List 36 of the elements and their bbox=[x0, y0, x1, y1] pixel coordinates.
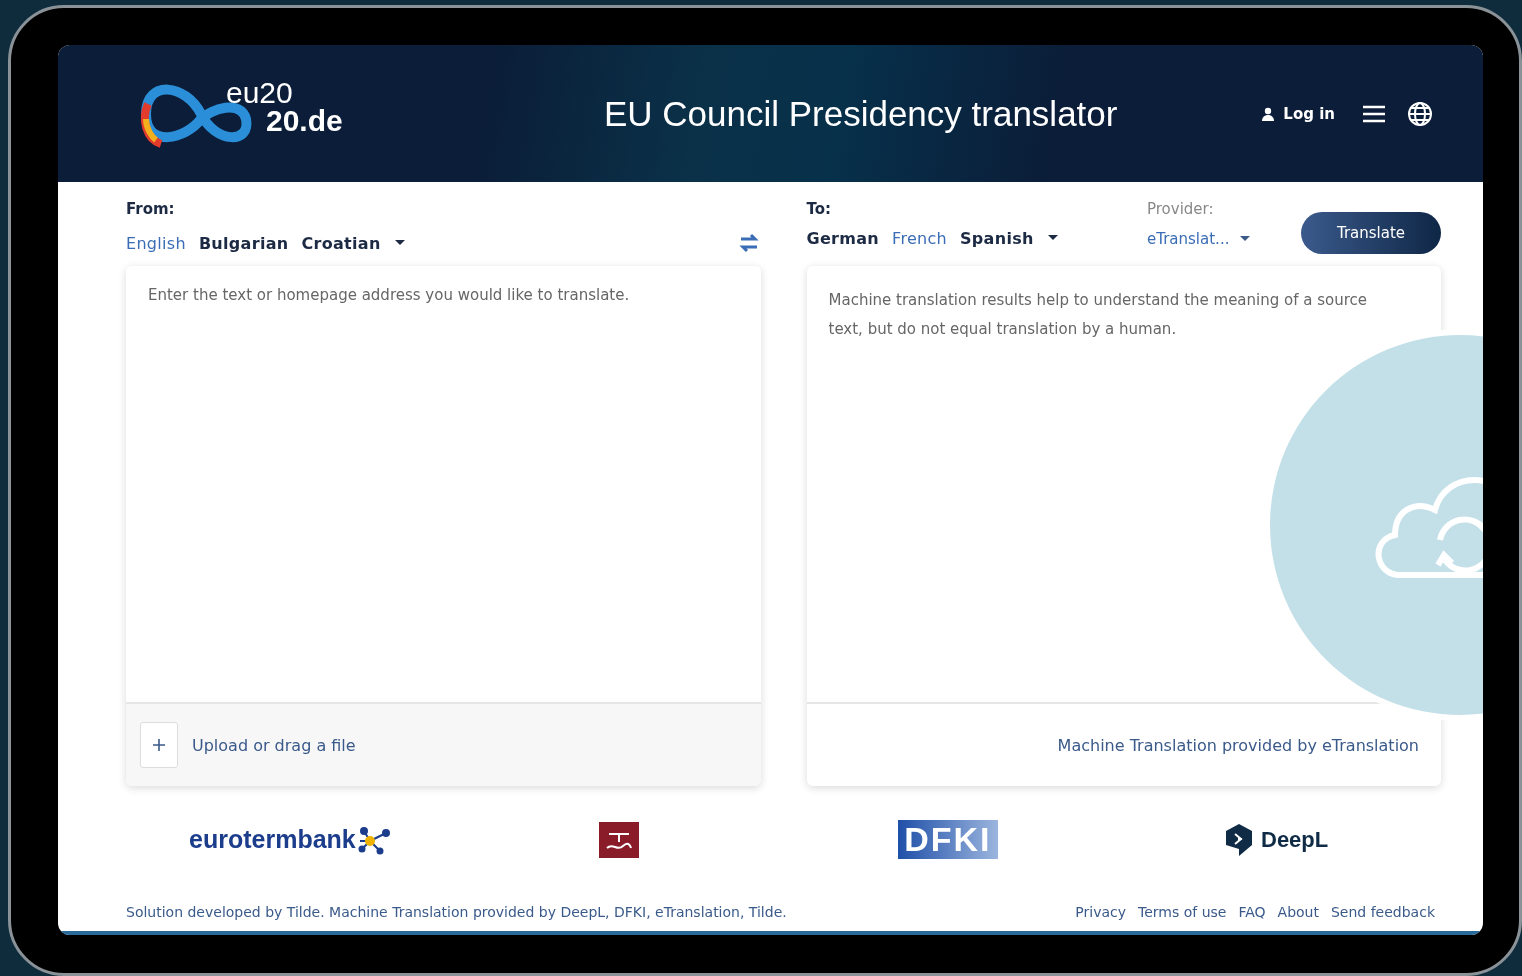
tilde-logo-icon[interactable] bbox=[599, 821, 640, 858]
logo-wordmark[interactable]: eu20 20.de bbox=[226, 78, 343, 135]
language-option[interactable]: Croatian bbox=[301, 233, 381, 253]
from-label: From: bbox=[126, 200, 176, 220]
file-add-icon[interactable] bbox=[140, 722, 178, 768]
caret-icon[interactable] bbox=[1046, 234, 1059, 242]
user-icon bbox=[1261, 106, 1276, 121]
footer-link[interactable]: FAQ bbox=[1238, 904, 1266, 921]
translate-button[interactable]: Translate bbox=[1301, 212, 1441, 254]
to-label: To: bbox=[806, 200, 833, 220]
provider-dropdown[interactable]: eTranslat... bbox=[1147, 230, 1230, 248]
app-title: EU Council Presidency translator bbox=[602, 93, 1119, 134]
language-option[interactable]: French bbox=[892, 228, 948, 248]
footer-link[interactable]: Terms of use bbox=[1138, 904, 1227, 921]
language-option[interactable]: English bbox=[126, 233, 186, 253]
footer-link[interactable]: Privacy bbox=[1075, 904, 1127, 921]
language-option[interactable]: German bbox=[806, 228, 880, 248]
disclaimer-text: Machine translation results help to understand the meaning of a source text, but do not equal translation by a human. bbox=[827, 290, 1369, 340]
dfki-logo[interactable]: DFKI bbox=[898, 820, 998, 860]
login-button[interactable]: Log in bbox=[1255, 103, 1341, 124]
menu-icon[interactable] bbox=[1363, 104, 1385, 123]
caret-icon[interactable] bbox=[393, 239, 406, 247]
footer-text: Solution developed by Tilde. Machine Translation provided by DeepL, DFKI, eTranslation, Tilde. bbox=[126, 904, 787, 921]
deepl-logo-icon bbox=[1225, 822, 1253, 857]
deepl-logo[interactable]: DeepL bbox=[1261, 826, 1329, 853]
upload-file-link[interactable]: Upload or drag a file bbox=[192, 735, 356, 755]
footer-link[interactable]: Send feedback bbox=[1330, 904, 1435, 921]
language-option[interactable]: Bulgarian bbox=[198, 233, 289, 253]
caret-icon[interactable] bbox=[1239, 235, 1252, 243]
globe-icon[interactable] bbox=[1407, 100, 1433, 127]
language-option[interactable]: Spanish bbox=[960, 228, 1034, 248]
eurotermbank-logo[interactable]: eurotermbank bbox=[189, 825, 356, 855]
provider-credit-link[interactable]: Machine Translation provided by eTranslation bbox=[1057, 735, 1419, 755]
footer-link[interactable]: About bbox=[1277, 904, 1319, 921]
source-text-field[interactable]: Enter the text or homepage address you would like to translate. bbox=[126, 266, 761, 702]
provider-label: Provider: bbox=[1147, 200, 1215, 220]
